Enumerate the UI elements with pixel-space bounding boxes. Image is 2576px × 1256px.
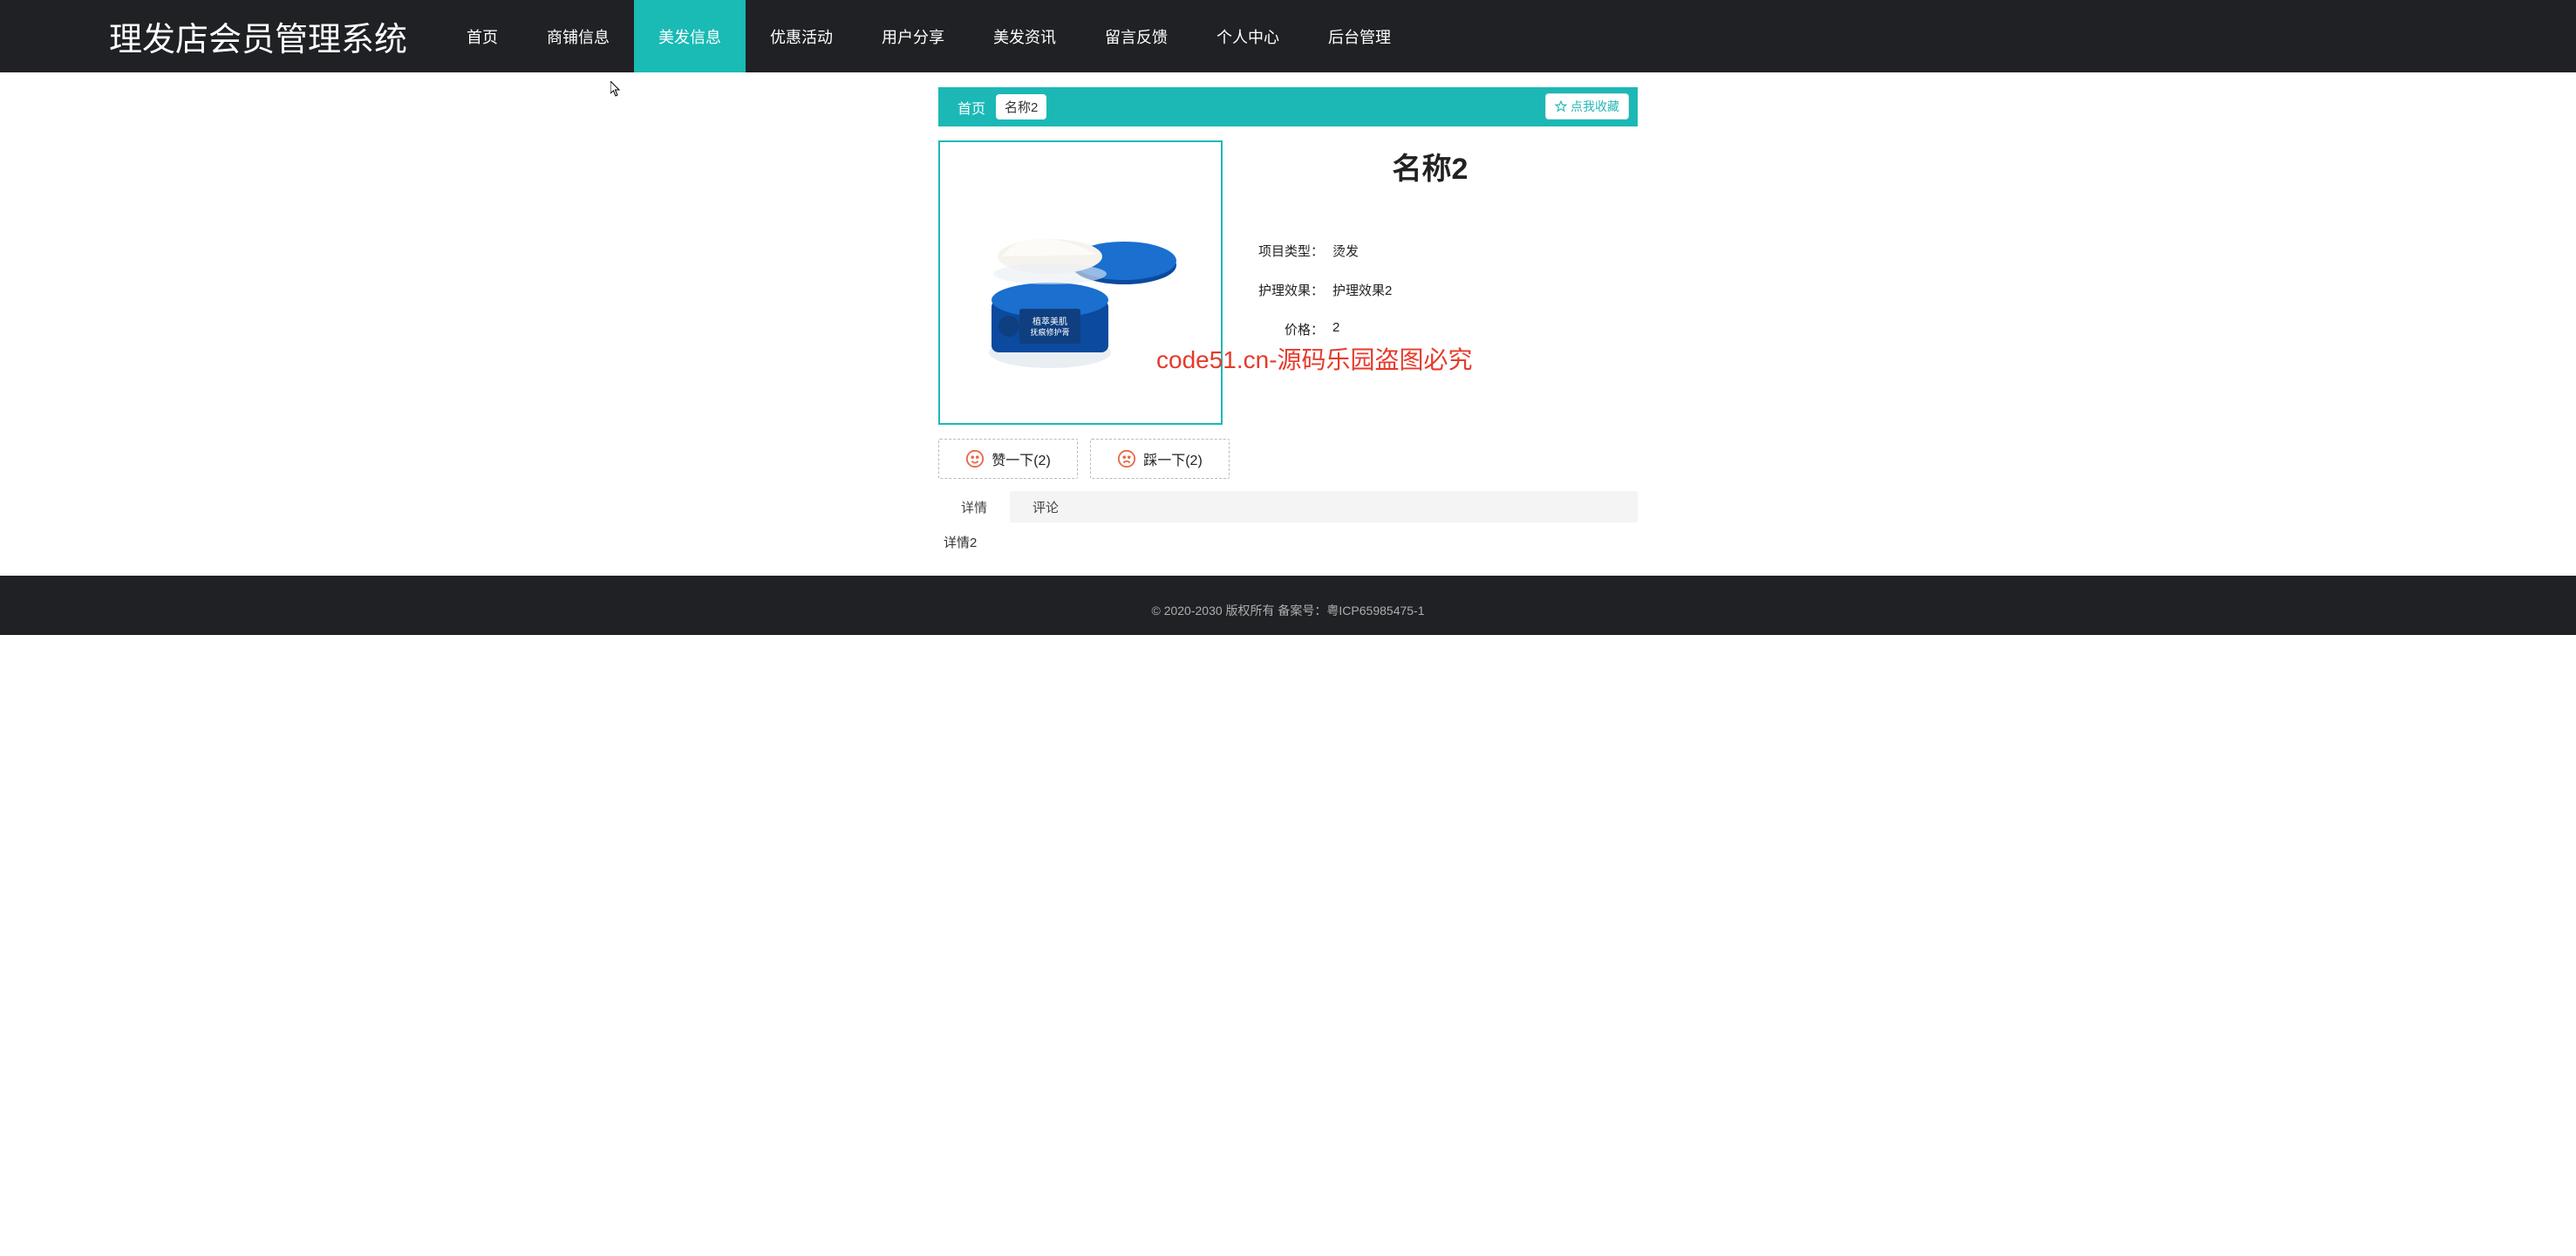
breadcrumb-home[interactable]: 首页 <box>957 97 985 118</box>
detail-row: 价格：2 <box>1245 310 1638 349</box>
nav-item-1[interactable]: 商铺信息 <box>522 0 634 72</box>
detail-label: 项目类型： <box>1245 242 1332 260</box>
star-icon <box>1555 100 1567 113</box>
main-nav: 首页商铺信息美发信息优惠活动用户分享美发资讯留言反馈个人中心后台管理 <box>442 0 1415 72</box>
detail-value: 护理效果2 <box>1332 281 1392 299</box>
nav-item-2[interactable]: 美发信息 <box>634 0 746 72</box>
dislike-label: 踩一下(2) <box>1143 448 1203 469</box>
product-title: 名称2 <box>1223 140 1638 188</box>
product-illustration: 植萃美肌 抚痕修护膏 <box>967 169 1194 396</box>
footer: © 2020-2030 版权所有 备案号：粤ICP65985475-1 <box>0 576 2576 635</box>
nav-item-4[interactable]: 用户分享 <box>857 0 969 72</box>
favorite-label: 点我收藏 <box>1571 98 1619 115</box>
nav-item-6[interactable]: 留言反馈 <box>1080 0 1192 72</box>
dislike-button[interactable]: 踩一下(2) <box>1090 439 1230 479</box>
detail-value: 烫发 <box>1332 242 1359 260</box>
cursor-icon <box>610 81 621 97</box>
content-area: code51.cn-源码乐园盗图必究 植萃美肌 抚痕修护膏 <box>938 140 1638 567</box>
footer-copyright: © 2020-2030 版权所有 备案号：粤ICP65985475-1 <box>0 602 2576 619</box>
nav-item-3[interactable]: 优惠活动 <box>746 0 857 72</box>
svg-text:抚痕修护膏: 抚痕修护膏 <box>1030 327 1069 337</box>
header: 理发店会员管理系统 首页商铺信息美发信息优惠活动用户分享美发资讯留言反馈个人中心… <box>0 0 2576 72</box>
sad-icon <box>1117 449 1136 468</box>
breadcrumb-current: 名称2 <box>996 94 1046 119</box>
nav-item-0[interactable]: 首页 <box>442 0 522 72</box>
like-button[interactable]: 赞一下(2) <box>938 439 1078 479</box>
nav-item-7[interactable]: 个人中心 <box>1192 0 1304 72</box>
product-image: 植萃美肌 抚痕修护膏 <box>938 140 1223 425</box>
favorite-button[interactable]: 点我收藏 <box>1545 93 1629 119</box>
detail-row: 护理效果：护理效果2 <box>1245 270 1638 310</box>
like-label: 赞一下(2) <box>992 448 1051 469</box>
smile-icon <box>965 449 985 468</box>
app-logo: 理发店会员管理系统 <box>0 12 442 60</box>
vote-row: 赞一下(2) 踩一下(2) <box>938 439 1638 479</box>
detail-row: 项目类型：烫发 <box>1245 231 1638 270</box>
detail-label: 护理效果： <box>1245 281 1332 299</box>
tab-1[interactable]: 评论 <box>1010 491 1081 522</box>
detail-value: 2 <box>1332 320 1339 338</box>
breadcrumb-bar: 首页 名称2 点我收藏 <box>938 87 1638 126</box>
nav-item-8[interactable]: 后台管理 <box>1304 0 1415 72</box>
detail-table: 项目类型：烫发护理效果：护理效果2价格：2 <box>1245 231 1638 349</box>
tabs: 详情评论 <box>938 491 1638 522</box>
tab-0[interactable]: 详情 <box>938 491 1010 522</box>
tab-content: 详情2 <box>938 522 1638 567</box>
nav-item-5[interactable]: 美发资讯 <box>969 0 1080 72</box>
detail-label: 价格： <box>1245 320 1332 338</box>
svg-text:植萃美肌: 植萃美肌 <box>1032 316 1067 327</box>
